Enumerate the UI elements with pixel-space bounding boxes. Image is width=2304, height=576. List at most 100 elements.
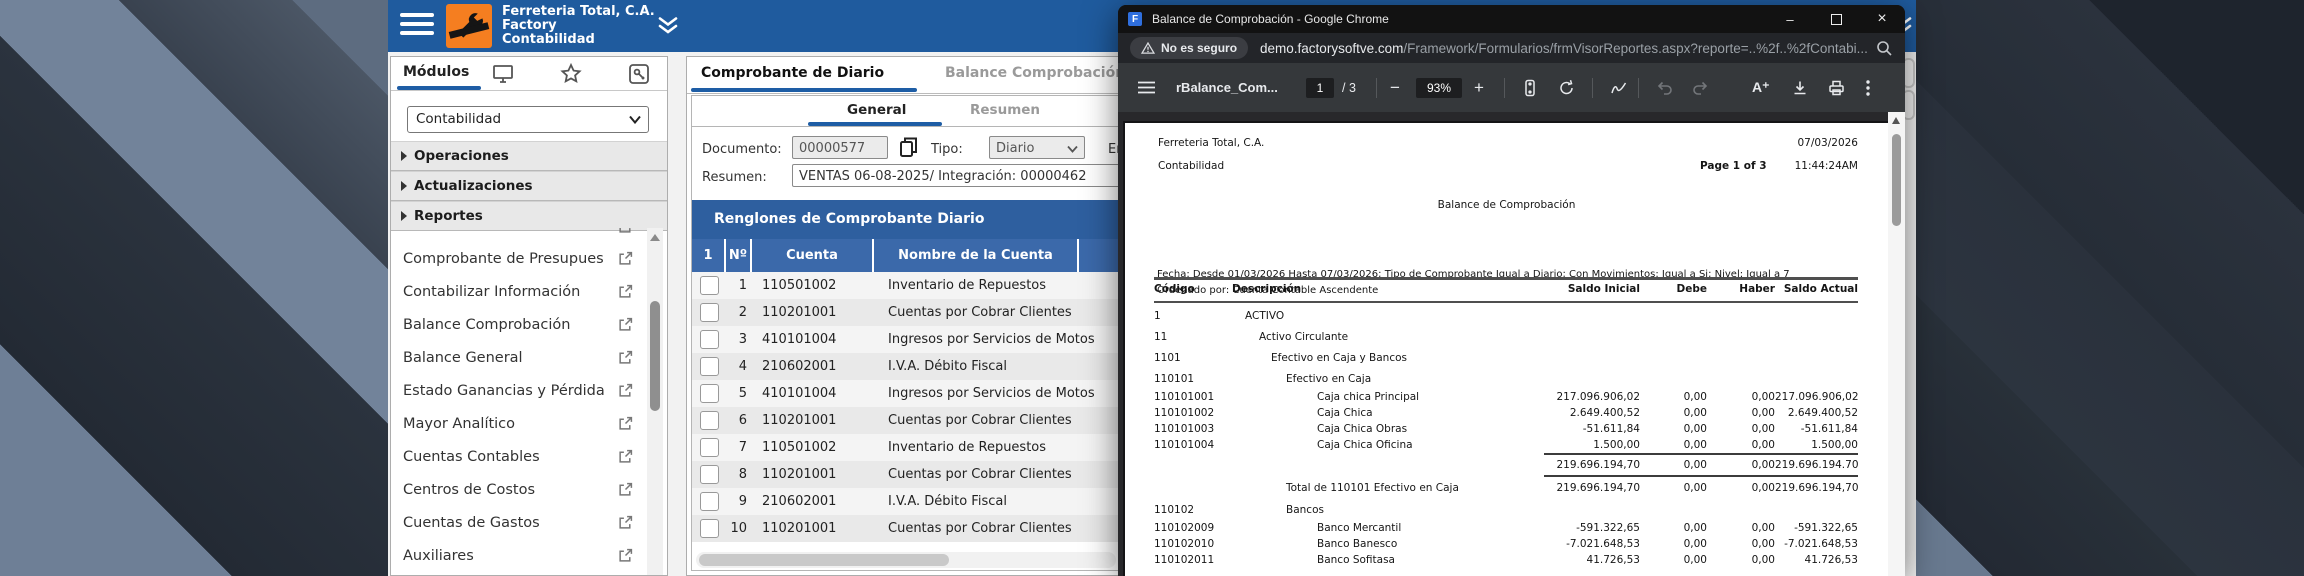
- rotate-icon[interactable]: [1558, 63, 1575, 112]
- sidebar-link[interactable]: Mayor Analítico: [391, 407, 643, 440]
- zoom-in-button[interactable]: +: [1474, 63, 1484, 112]
- sidebar-section[interactable]: Operaciones: [391, 141, 667, 171]
- resumen-label: Resumen:: [702, 170, 767, 185]
- report-row: 110102011 Banco Sofitasa 41.726,53 0,00 …: [1154, 552, 1858, 568]
- zoom-out-button[interactable]: −: [1390, 63, 1400, 112]
- pdf-zoom-level[interactable]: 93%: [1416, 78, 1462, 98]
- subtab-resumen[interactable]: Resumen: [970, 102, 1040, 118]
- sidebar-link-clipped[interactable]: [391, 228, 643, 243]
- pdf-page-input[interactable]: 1: [1306, 78, 1334, 98]
- sidebar-link[interactable]: Estado Ganancias y Pérdida: [391, 374, 643, 407]
- undo-icon[interactable]: [1656, 63, 1673, 112]
- zoom-page-icon[interactable]: [1876, 40, 1893, 57]
- sidebar-link[interactable]: Balance General: [391, 341, 643, 374]
- download-icon[interactable]: [1792, 63, 1808, 112]
- subtab-general[interactable]: General: [847, 102, 906, 118]
- grid-header-nombre[interactable]: Nombre de la Cuenta: [874, 239, 1079, 272]
- more-options-icon[interactable]: [1866, 63, 1870, 112]
- tipo-select-value: Diario: [996, 141, 1035, 156]
- sidebar-link[interactable]: Cuentas Contables: [391, 440, 643, 473]
- sidebar-scrollbar[interactable]: [647, 228, 663, 575]
- chrome-addressbar[interactable]: No es seguro demo.factorysoftve.com/Fram…: [1118, 33, 1905, 63]
- pdf-menu-icon[interactable]: [1138, 63, 1155, 112]
- url-text[interactable]: demo.factorysoftve.com/Framework/Formula…: [1260, 41, 1876, 56]
- documento-field[interactable]: 00000577: [792, 136, 888, 159]
- row-checkbox[interactable]: [700, 519, 719, 538]
- minimize-button[interactable]: –: [1767, 5, 1813, 33]
- sidebar-tabbar: Módulos: [391, 57, 667, 91]
- key-tool-icon[interactable]: [627, 62, 651, 86]
- annotate-pen-icon[interactable]: [1610, 63, 1628, 112]
- chrome-titlebar[interactable]: F Balance de Comprobación - Google Chrom…: [1118, 5, 1905, 33]
- row-number: 1: [726, 278, 752, 293]
- pdf-doc-title: rBalance_Com...: [1176, 63, 1278, 112]
- text-annotation-icon[interactable]: A⁺: [1752, 63, 1770, 112]
- row-checkbox[interactable]: [700, 357, 719, 376]
- pdf-scroll-up-arrow[interactable]: [1892, 117, 1900, 124]
- row-checkbox[interactable]: [700, 384, 719, 403]
- row-checkbox[interactable]: [700, 465, 719, 484]
- header-chevron-double-icon[interactable]: [656, 16, 680, 36]
- grid-header-num[interactable]: Nº: [726, 239, 752, 272]
- sidebar-link[interactable]: Centros de Costos: [391, 473, 643, 506]
- row-account-code: 110201001: [752, 467, 874, 482]
- header-app: Factory: [502, 19, 655, 33]
- external-link-icon: [618, 482, 633, 497]
- row-checkbox[interactable]: [700, 411, 719, 430]
- redo-icon[interactable]: [1692, 63, 1709, 112]
- sidebar-link[interactable]: Balance Comprobación: [391, 308, 643, 341]
- report-row: 110102 Bancos: [1154, 499, 1858, 520]
- maximize-button[interactable]: [1813, 5, 1859, 33]
- modules-sidebar: Módulos Contabilidad Oper: [390, 56, 668, 576]
- pdf-scrollbar-thumb[interactable]: [1892, 134, 1901, 226]
- report-row-saldo-inicial: -591.322,65: [1544, 522, 1640, 534]
- row-checkbox[interactable]: [700, 330, 719, 349]
- module-select[interactable]: Contabilidad: [407, 106, 649, 133]
- report-row-code: 110101: [1154, 373, 1194, 385]
- close-button[interactable]: ×: [1859, 5, 1905, 33]
- row-checkbox[interactable]: [700, 303, 719, 322]
- sidebar-link[interactable]: Contabilizar Información: [391, 275, 643, 308]
- grid-hscroll-thumb[interactable]: [699, 554, 949, 566]
- report-row-debe: 0,00: [1640, 554, 1707, 566]
- row-checkbox[interactable]: [700, 438, 719, 457]
- grid-header-cuenta[interactable]: Cuenta: [752, 239, 874, 272]
- desktop-wallpaper-left: [0, 0, 389, 576]
- tab-balance-comprobacion[interactable]: Balance Comprobación: [945, 65, 1125, 81]
- sidebar-link[interactable]: Comprobante de Presupues: [391, 242, 643, 275]
- fit-page-icon[interactable]: [1522, 63, 1538, 112]
- grid-header-select[interactable]: 1: [692, 239, 726, 272]
- pdf-scrollbar[interactable]: [1888, 112, 1905, 576]
- grid-horizontal-scrollbar[interactable]: [696, 552, 1116, 568]
- report-row-code: 110101001: [1154, 391, 1214, 403]
- tab-comprobante-diario[interactable]: Comprobante de Diario: [701, 65, 884, 81]
- tipo-select[interactable]: Diario: [989, 136, 1085, 159]
- menu-hamburger-icon[interactable]: [400, 13, 434, 35]
- report-row-debe: 0,00: [1640, 482, 1707, 494]
- star-icon[interactable]: [559, 62, 583, 86]
- report-row-saldo-actual: 41.726,53: [1775, 554, 1858, 566]
- pdf-page-total: / 3: [1342, 63, 1356, 112]
- report-row-debe: 0,00: [1640, 538, 1707, 550]
- security-chip[interactable]: No es seguro: [1130, 37, 1248, 59]
- sidebar-accordion: Operaciones Actualizaciones Reportes: [391, 141, 667, 231]
- sidebar-scrollbar-thumb[interactable]: [650, 301, 660, 411]
- print-icon[interactable]: [1828, 63, 1845, 112]
- security-label: No es seguro: [1161, 41, 1237, 55]
- sidebar-link[interactable]: Cuentas de Gastos: [391, 506, 643, 539]
- tab-modulos[interactable]: Módulos: [403, 64, 469, 80]
- copy-icon[interactable]: [898, 135, 920, 159]
- favicon: F: [1128, 12, 1142, 26]
- report-row-code: 1: [1154, 310, 1161, 322]
- scroll-up-arrow[interactable]: [650, 234, 660, 241]
- monitor-icon[interactable]: [491, 62, 515, 86]
- row-checkbox[interactable]: [700, 276, 719, 295]
- sidebar-link[interactable]: Auxiliares: [391, 539, 643, 572]
- sidebar-section[interactable]: Reportes: [391, 201, 667, 231]
- sidebar-section[interactable]: Actualizaciones: [391, 171, 667, 201]
- row-checkbox[interactable]: [700, 492, 719, 511]
- external-link-icon: [618, 350, 633, 365]
- row-number: 7: [726, 440, 752, 455]
- report-row-desc: Activo Circulante: [1259, 331, 1348, 343]
- report-row-saldo-actual: 219.696.194.70: [1775, 459, 1858, 471]
